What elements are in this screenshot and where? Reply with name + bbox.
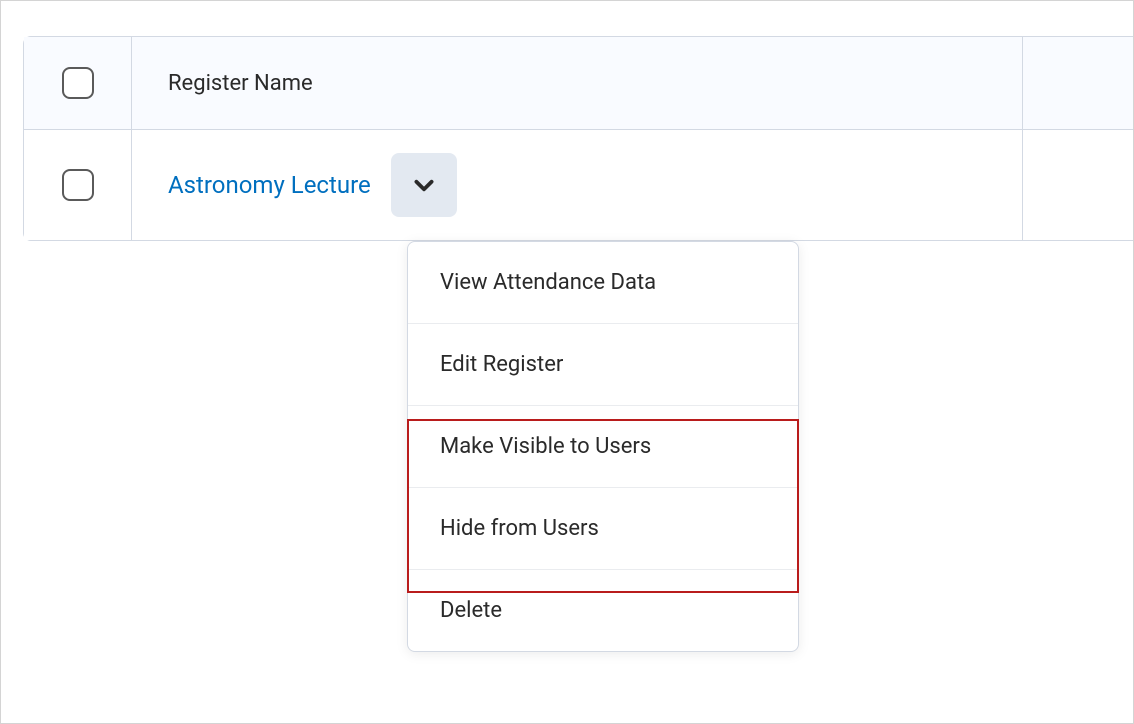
table-header-row: Register Name xyxy=(24,37,1133,130)
row-checkbox-cell xyxy=(24,130,132,240)
column-header-name: Register Name xyxy=(132,37,1023,129)
row-end-cell xyxy=(1023,130,1133,240)
menu-item-label: Make Visible to Users xyxy=(440,434,651,459)
column-header-label: Register Name xyxy=(168,71,313,96)
menu-item-make-visible[interactable]: Make Visible to Users xyxy=(408,406,798,488)
select-all-checkbox[interactable] xyxy=(62,67,94,99)
table-row: Astronomy Lecture xyxy=(24,130,1133,240)
row-name-cell: Astronomy Lecture xyxy=(132,130,1023,240)
menu-item-label: Edit Register xyxy=(440,352,563,377)
actions-dropdown-menu: View Attendance Data Edit Register Make … xyxy=(407,241,799,652)
register-link[interactable]: Astronomy Lecture xyxy=(168,171,371,199)
row-checkbox[interactable] xyxy=(62,169,94,201)
menu-item-hide-from-users[interactable]: Hide from Users xyxy=(408,488,798,570)
row-actions-button[interactable] xyxy=(391,153,457,217)
chevron-down-icon xyxy=(411,172,437,198)
menu-item-label: View Attendance Data xyxy=(440,270,656,295)
column-header-actions xyxy=(1023,37,1133,129)
menu-item-delete[interactable]: Delete xyxy=(408,570,798,651)
menu-item-edit-register[interactable]: Edit Register xyxy=(408,324,798,406)
menu-item-label: Hide from Users xyxy=(440,516,599,541)
register-table: Register Name Astronomy Lecture xyxy=(23,36,1133,241)
select-all-cell xyxy=(24,37,132,129)
menu-item-label: Delete xyxy=(440,598,502,623)
menu-item-view-attendance[interactable]: View Attendance Data xyxy=(408,242,798,324)
